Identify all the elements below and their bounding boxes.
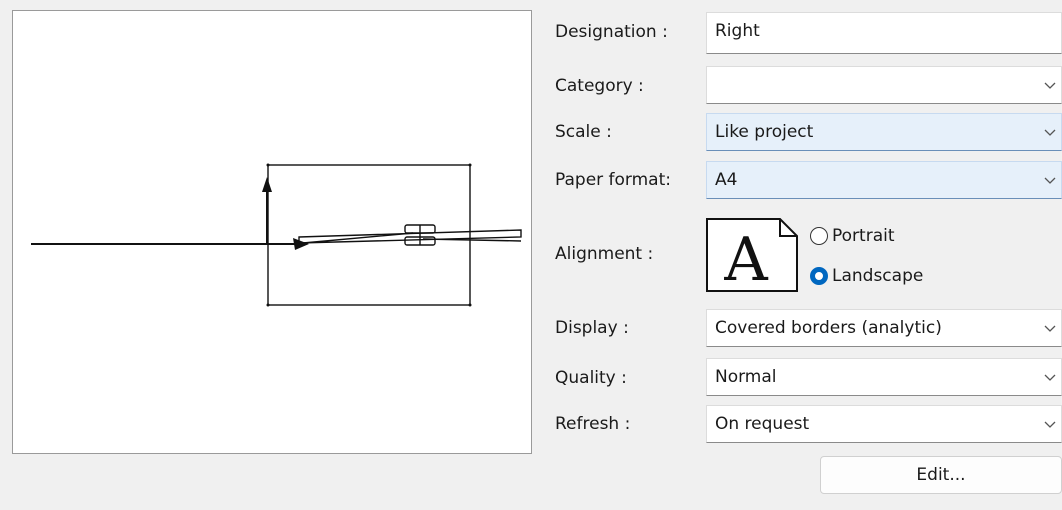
scale-dropdown[interactable]: Like project <box>706 113 1062 151</box>
category-dropdown[interactable] <box>706 66 1062 104</box>
section-drawing <box>31 163 522 307</box>
landscape-radio[interactable]: Landscape <box>810 266 923 286</box>
alignment-label: Alignment : <box>555 244 654 264</box>
paper-format-value: A4 <box>715 170 738 190</box>
scale-value: Like project <box>715 122 814 142</box>
paper-format-label: Paper format: <box>555 170 671 190</box>
chevron-down-icon <box>1044 374 1056 381</box>
display-label: Display : <box>555 318 629 338</box>
quality-label: Quality : <box>555 368 627 388</box>
scale-label: Scale : <box>555 122 612 142</box>
paper-icon-letter: A <box>723 225 768 292</box>
designation-input[interactable]: Right <box>706 12 1062 54</box>
chevron-down-icon <box>1044 177 1056 184</box>
arrowhead-right <box>293 238 309 250</box>
display-dropdown[interactable]: Covered borders (analytic) <box>706 309 1062 347</box>
category-label: Category : <box>555 76 644 96</box>
landscape-label: Landscape <box>832 266 924 286</box>
chevron-down-icon <box>1044 82 1056 89</box>
paper-format-dropdown[interactable]: A4 <box>706 161 1062 199</box>
display-value: Covered borders (analytic) <box>715 318 942 338</box>
paper-orientation-icon: A <box>706 218 798 292</box>
refresh-value: On request <box>715 414 810 434</box>
edit-button[interactable]: Edit... <box>820 456 1062 494</box>
chevron-down-icon <box>1044 325 1056 332</box>
view-preview-pane <box>12 10 532 454</box>
refresh-dropdown[interactable]: On request <box>706 405 1062 443</box>
quality-value: Normal <box>715 367 777 387</box>
refresh-label: Refresh : <box>555 414 631 434</box>
portrait-radio-circle[interactable] <box>810 227 828 245</box>
chevron-down-icon <box>1044 421 1056 428</box>
designation-value: Right <box>715 21 760 41</box>
portrait-radio[interactable]: Portrait <box>810 226 895 246</box>
arrowhead-up <box>262 177 272 192</box>
quality-dropdown[interactable]: Normal <box>706 358 1062 396</box>
chevron-down-icon <box>1044 129 1056 136</box>
beam-tail <box>422 238 522 242</box>
portrait-label: Portrait <box>832 226 895 246</box>
designation-label: Designation : <box>555 22 668 42</box>
landscape-radio-circle[interactable] <box>810 267 828 285</box>
